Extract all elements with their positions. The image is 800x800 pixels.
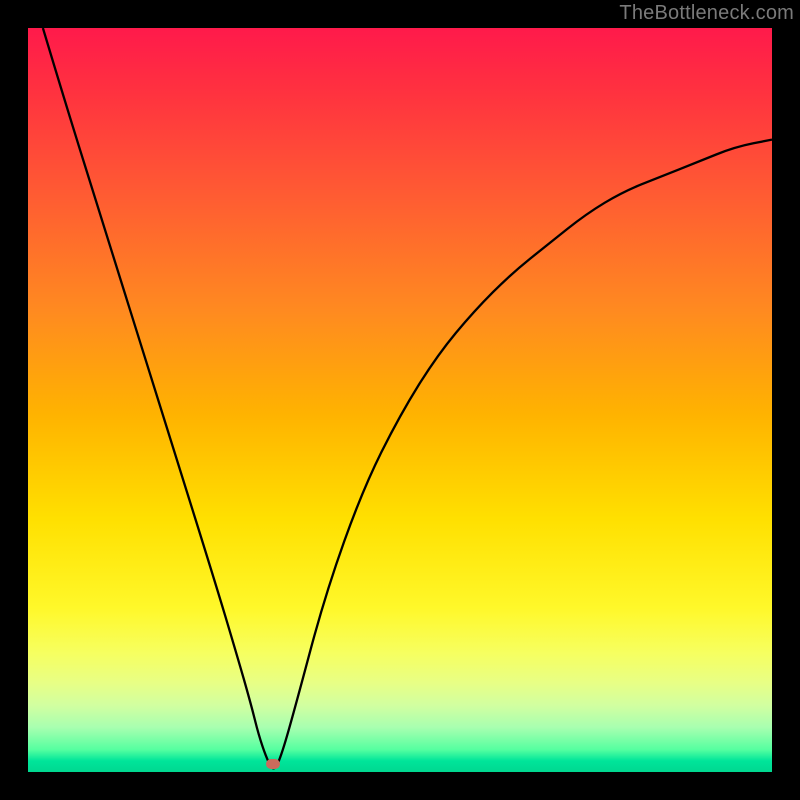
bottleneck-curve — [28, 28, 772, 772]
chart-frame: TheBottleneck.com — [0, 0, 800, 800]
minimum-marker — [266, 759, 280, 769]
plot-area — [28, 28, 772, 772]
watermark-text: TheBottleneck.com — [619, 2, 794, 25]
